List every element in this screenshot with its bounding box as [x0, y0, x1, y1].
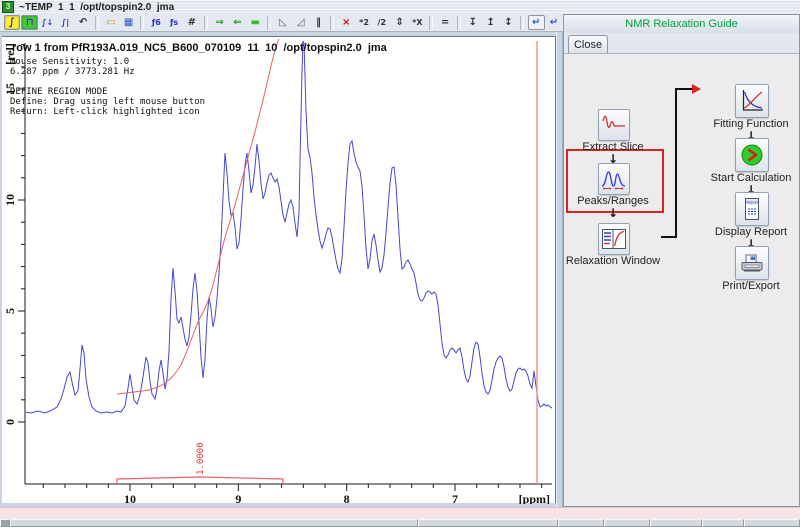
statusbar-cell [558, 519, 604, 527]
scale-updown-button[interactable]: ⇕ [391, 15, 408, 30]
close-button[interactable]: Close [568, 35, 608, 53]
toolbar-separator [267, 16, 271, 30]
y-tick-label: 5 [3, 308, 17, 314]
x-axis-unit: [ppm] [519, 492, 550, 504]
save-button[interactable]: ▦ [120, 15, 137, 30]
toolbar-separator [95, 16, 99, 30]
timesx-button[interactable]: *X [409, 15, 426, 30]
topspin-app: { "window": { "badge": "3", "title": "~T… [0, 0, 800, 527]
toolbar-separator [140, 16, 144, 30]
times2-button[interactable]: *2 [356, 15, 373, 30]
hash-button[interactable]: # [183, 15, 200, 30]
return-button[interactable]: ↵ [546, 15, 563, 30]
slope-button[interactable]: ƒs [166, 15, 183, 30]
merge-regions-button[interactable]: ▬ [247, 15, 264, 30]
step-label: Print/Export [691, 280, 800, 292]
statusbar [0, 519, 800, 527]
guide-header: NMR Relaxation Guide [564, 15, 799, 34]
toolbar-separator [204, 16, 208, 30]
spectrum-header: row 1 from PfR193A.019_NC5_B600_070109 1… [12, 42, 387, 54]
statusbar-cell [702, 519, 744, 527]
guide-flowchart: Extract Slice↓Peaks/Ranges↓Relaxation Wi… [564, 53, 799, 506]
toolbar-separator [429, 16, 433, 30]
fit-height-button[interactable]: ↕ [500, 15, 517, 30]
guide-tab-row: Close [564, 33, 799, 54]
move-right-button[interactable]: ⇒ [211, 15, 228, 30]
define-integral-button[interactable]: ∫ [4, 15, 21, 30]
relaxation-guide-panel: NMR Relaxation Guide Close Extract Slice… [563, 14, 800, 507]
statusbar-cell [418, 519, 558, 527]
define-region-button[interactable]: ⊓ [21, 15, 38, 30]
statusbar-cell [650, 519, 702, 527]
mode-return-text: Return: Left-click highlighted icon [10, 107, 200, 117]
display-report-icon[interactable]: Report [735, 192, 769, 226]
mouse-sensitivity-text: Mouse Sensitivity: 1.0 [10, 57, 129, 67]
cursor-position-text: 6.287 ppm / 3773.281 Hz [10, 67, 135, 77]
toolbar: ∫⊓∫↓∫|↶ ▭▦ ƒ6ƒs# ⇒⇐▬ ◺◿‖ ×*2/2⇕*X = ↧↥↕ ↵↵ [0, 14, 563, 32]
y-tick-label: 0 [3, 419, 17, 425]
peaks-ranges-icon[interactable] [598, 163, 630, 195]
toolbar-separator [520, 16, 524, 30]
print-export-icon[interactable] [735, 246, 769, 280]
slope-right-button[interactable]: ◿ [292, 15, 309, 30]
mode-title-text: DEFINE REGION MODE [10, 87, 108, 97]
x-tick-label: 7 [452, 492, 458, 504]
move-left-button[interactable]: ⇐ [229, 15, 246, 30]
save-return-button[interactable]: ↵ [528, 15, 545, 30]
y-tick-label: 10 [3, 194, 17, 206]
relaxation-window-icon[interactable] [598, 223, 630, 255]
statusbar-cell [10, 519, 418, 527]
x-tick-label: 10 [124, 492, 136, 504]
integral-curve-trace [117, 38, 279, 394]
spectrum-window[interactable]: 10987[ppm]151050[rel]1.0000 row 1 from P… [2, 36, 556, 503]
mode-define-text: Define: Drag using left mouse button [10, 97, 205, 107]
x-tick-label: 9 [235, 492, 241, 504]
window-title: ~TEMP 1 1 /opt/topspin2.0 jma [19, 2, 174, 13]
align-top-button[interactable]: ↥ [482, 15, 499, 30]
flow-arrow-down: ↓ [607, 207, 619, 219]
align-bottom-button[interactable]: ↧ [464, 15, 481, 30]
pause-button[interactable]: ‖ [310, 15, 327, 30]
step-label: Relaxation Window [553, 255, 673, 267]
toolbar-separator [457, 16, 461, 30]
integral-value-label: 1.0000 [196, 442, 206, 475]
x-tick-label: 8 [344, 492, 350, 504]
panel-splitter[interactable] [556, 32, 563, 507]
extract-slice-icon[interactable] [598, 109, 630, 141]
div2-button[interactable]: /2 [373, 15, 390, 30]
svg-text:Report: Report [746, 200, 759, 205]
guide-title: NMR Relaxation Guide [625, 18, 738, 30]
undo-button[interactable]: ↶ [75, 15, 92, 30]
integral-cut-button[interactable]: ∫| [57, 15, 74, 30]
fitting-function-icon[interactable] [735, 84, 769, 118]
slope-left-button[interactable]: ◺ [275, 15, 292, 30]
window-titlebar[interactable]: 3 ~TEMP 1 1 /opt/topspin2.0 jma [0, 0, 800, 15]
statusbar-cell [604, 519, 650, 527]
window-menu-icon[interactable]: 3 [2, 1, 14, 13]
message-strip [0, 507, 800, 519]
statusbar-cell [744, 519, 800, 527]
toolbar-separator [330, 16, 334, 30]
open-button[interactable]: ▭ [102, 15, 119, 30]
statusbar-cell [0, 519, 10, 527]
integral-lift-button[interactable]: ∫↓ [39, 15, 56, 30]
calibrate-button[interactable]: ƒ6 [148, 15, 165, 30]
start-calculation-icon[interactable] [735, 138, 769, 172]
delete-button[interactable]: × [338, 15, 355, 30]
equals-button[interactable]: = [437, 15, 454, 30]
